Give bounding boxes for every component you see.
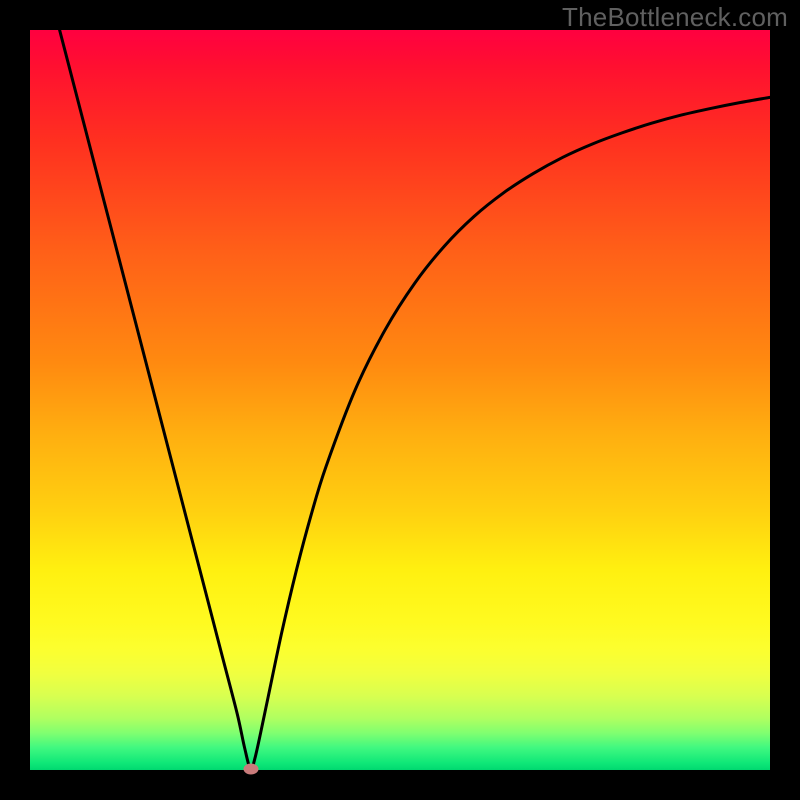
optimum-marker [243, 763, 258, 774]
chart-container: TheBottleneck.com [0, 0, 800, 800]
watermark-text: TheBottleneck.com [562, 2, 788, 33]
bottleneck-curve [30, 30, 770, 770]
